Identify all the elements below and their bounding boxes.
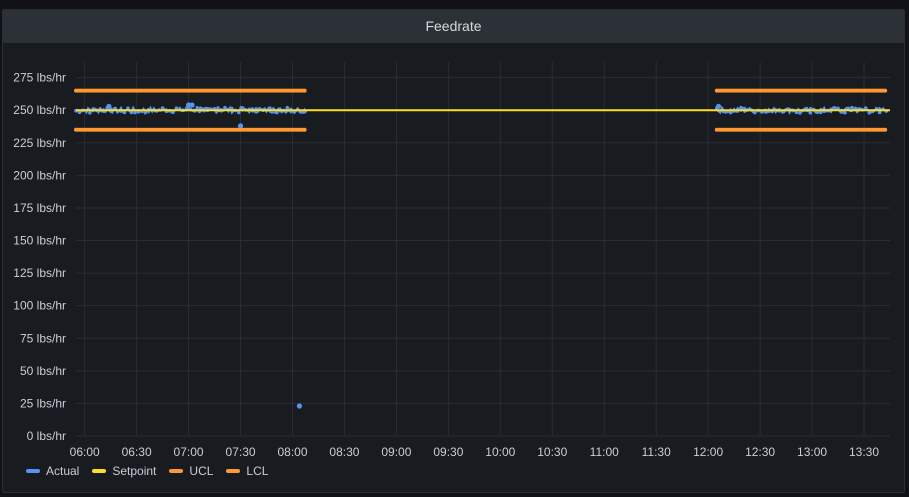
y-tick-label: 25 lbs/hr [20, 396, 66, 410]
y-tick-label: 150 lbs/hr [13, 234, 66, 248]
y-tick-label: 225 lbs/hr [13, 136, 66, 150]
x-tick-label: 06:30 [122, 445, 152, 459]
data-point-actual [728, 110, 733, 115]
legend-swatch-setpoint [92, 469, 107, 473]
legend: Actual Setpoint UCL LCL [26, 464, 268, 478]
y-tick-label: 0 lbs/hr [27, 429, 66, 443]
x-tick-label: 07:30 [226, 445, 256, 459]
legend-item-setpoint[interactable]: Setpoint [92, 464, 156, 478]
y-tick-label: 250 lbs/hr [13, 103, 66, 117]
x-tick-label: 12:30 [745, 445, 775, 459]
y-tick-label: 50 lbs/hr [20, 364, 66, 378]
data-point-actual [843, 111, 847, 115]
data-point-actual [867, 110, 872, 115]
legend-swatch-actual [26, 469, 40, 473]
data-point-actual [877, 110, 882, 115]
x-tick-label: 07:00 [174, 445, 204, 459]
x-tick-label: 13:30 [849, 445, 879, 459]
data-point-actual [143, 110, 148, 115]
outlier-point-actual [189, 102, 195, 108]
data-point-actual [88, 110, 92, 115]
x-tick-label: 09:30 [433, 445, 463, 459]
data-point-actual [285, 105, 290, 110]
x-tick-label: 06:00 [70, 445, 100, 459]
legend-label-actual: Actual [46, 464, 80, 478]
legend-label-lcl: LCL [246, 464, 269, 478]
y-tick-label: 175 lbs/hr [13, 201, 66, 215]
x-tick-label: 13:00 [797, 445, 827, 459]
x-tick-label: 08:30 [329, 445, 359, 459]
outlier-point-actual [106, 103, 112, 109]
x-tick-label: 11:30 [642, 445, 671, 459]
x-tick-label: 10:30 [537, 445, 567, 459]
y-tick-label: 100 lbs/hr [13, 299, 66, 313]
legend-swatch-ucl [169, 469, 184, 473]
outlier-point-actual [296, 403, 303, 409]
data-point-actual [223, 105, 227, 110]
legend-label-ucl: UCL [189, 464, 214, 478]
data-point-actual [739, 105, 743, 110]
x-tick-label: 11:00 [590, 445, 619, 459]
x-tick-label: 09:00 [381, 445, 411, 459]
data-point-lcl [302, 127, 307, 132]
x-tick-label: 12:00 [693, 445, 723, 459]
y-tick-label: 125 lbs/hr [13, 266, 66, 280]
chart-area: 0 lbs/hr 25 lbs/hr 50 lbs/hr 75 lbs/hr 100 l… [13, 62, 890, 459]
data-point-actual [195, 105, 200, 110]
y-tick-label: 275 lbs/hr [13, 71, 66, 85]
data-point-actual [240, 105, 245, 110]
legend-item-lcl[interactable]: LCL [226, 464, 268, 478]
legend-swatch-lcl [226, 469, 241, 473]
data-point-actual [798, 111, 802, 115]
legend-label-setpoint: Setpoint [112, 464, 157, 478]
y-tick-label: 200 lbs/hr [13, 168, 66, 182]
data-point-ucl [883, 88, 888, 93]
data-point-actual [832, 106, 837, 110]
legend-item-ucl[interactable]: UCL [169, 464, 213, 478]
data-point-actual [808, 111, 813, 115]
outlier-point-actual [715, 103, 722, 109]
data-point-lcl [883, 127, 888, 132]
data-point-actual [275, 110, 279, 115]
x-tick-label: 08:00 [277, 445, 307, 459]
data-point-actual [753, 110, 757, 115]
x-tick-label: 10:00 [485, 445, 515, 459]
data-point-ucl [302, 88, 307, 93]
y-tick-label: 75 lbs/hr [20, 331, 66, 345]
data-point-actual [850, 105, 854, 110]
outlier-point-actual [237, 123, 244, 129]
legend-item-actual[interactable]: Actual [26, 464, 79, 478]
